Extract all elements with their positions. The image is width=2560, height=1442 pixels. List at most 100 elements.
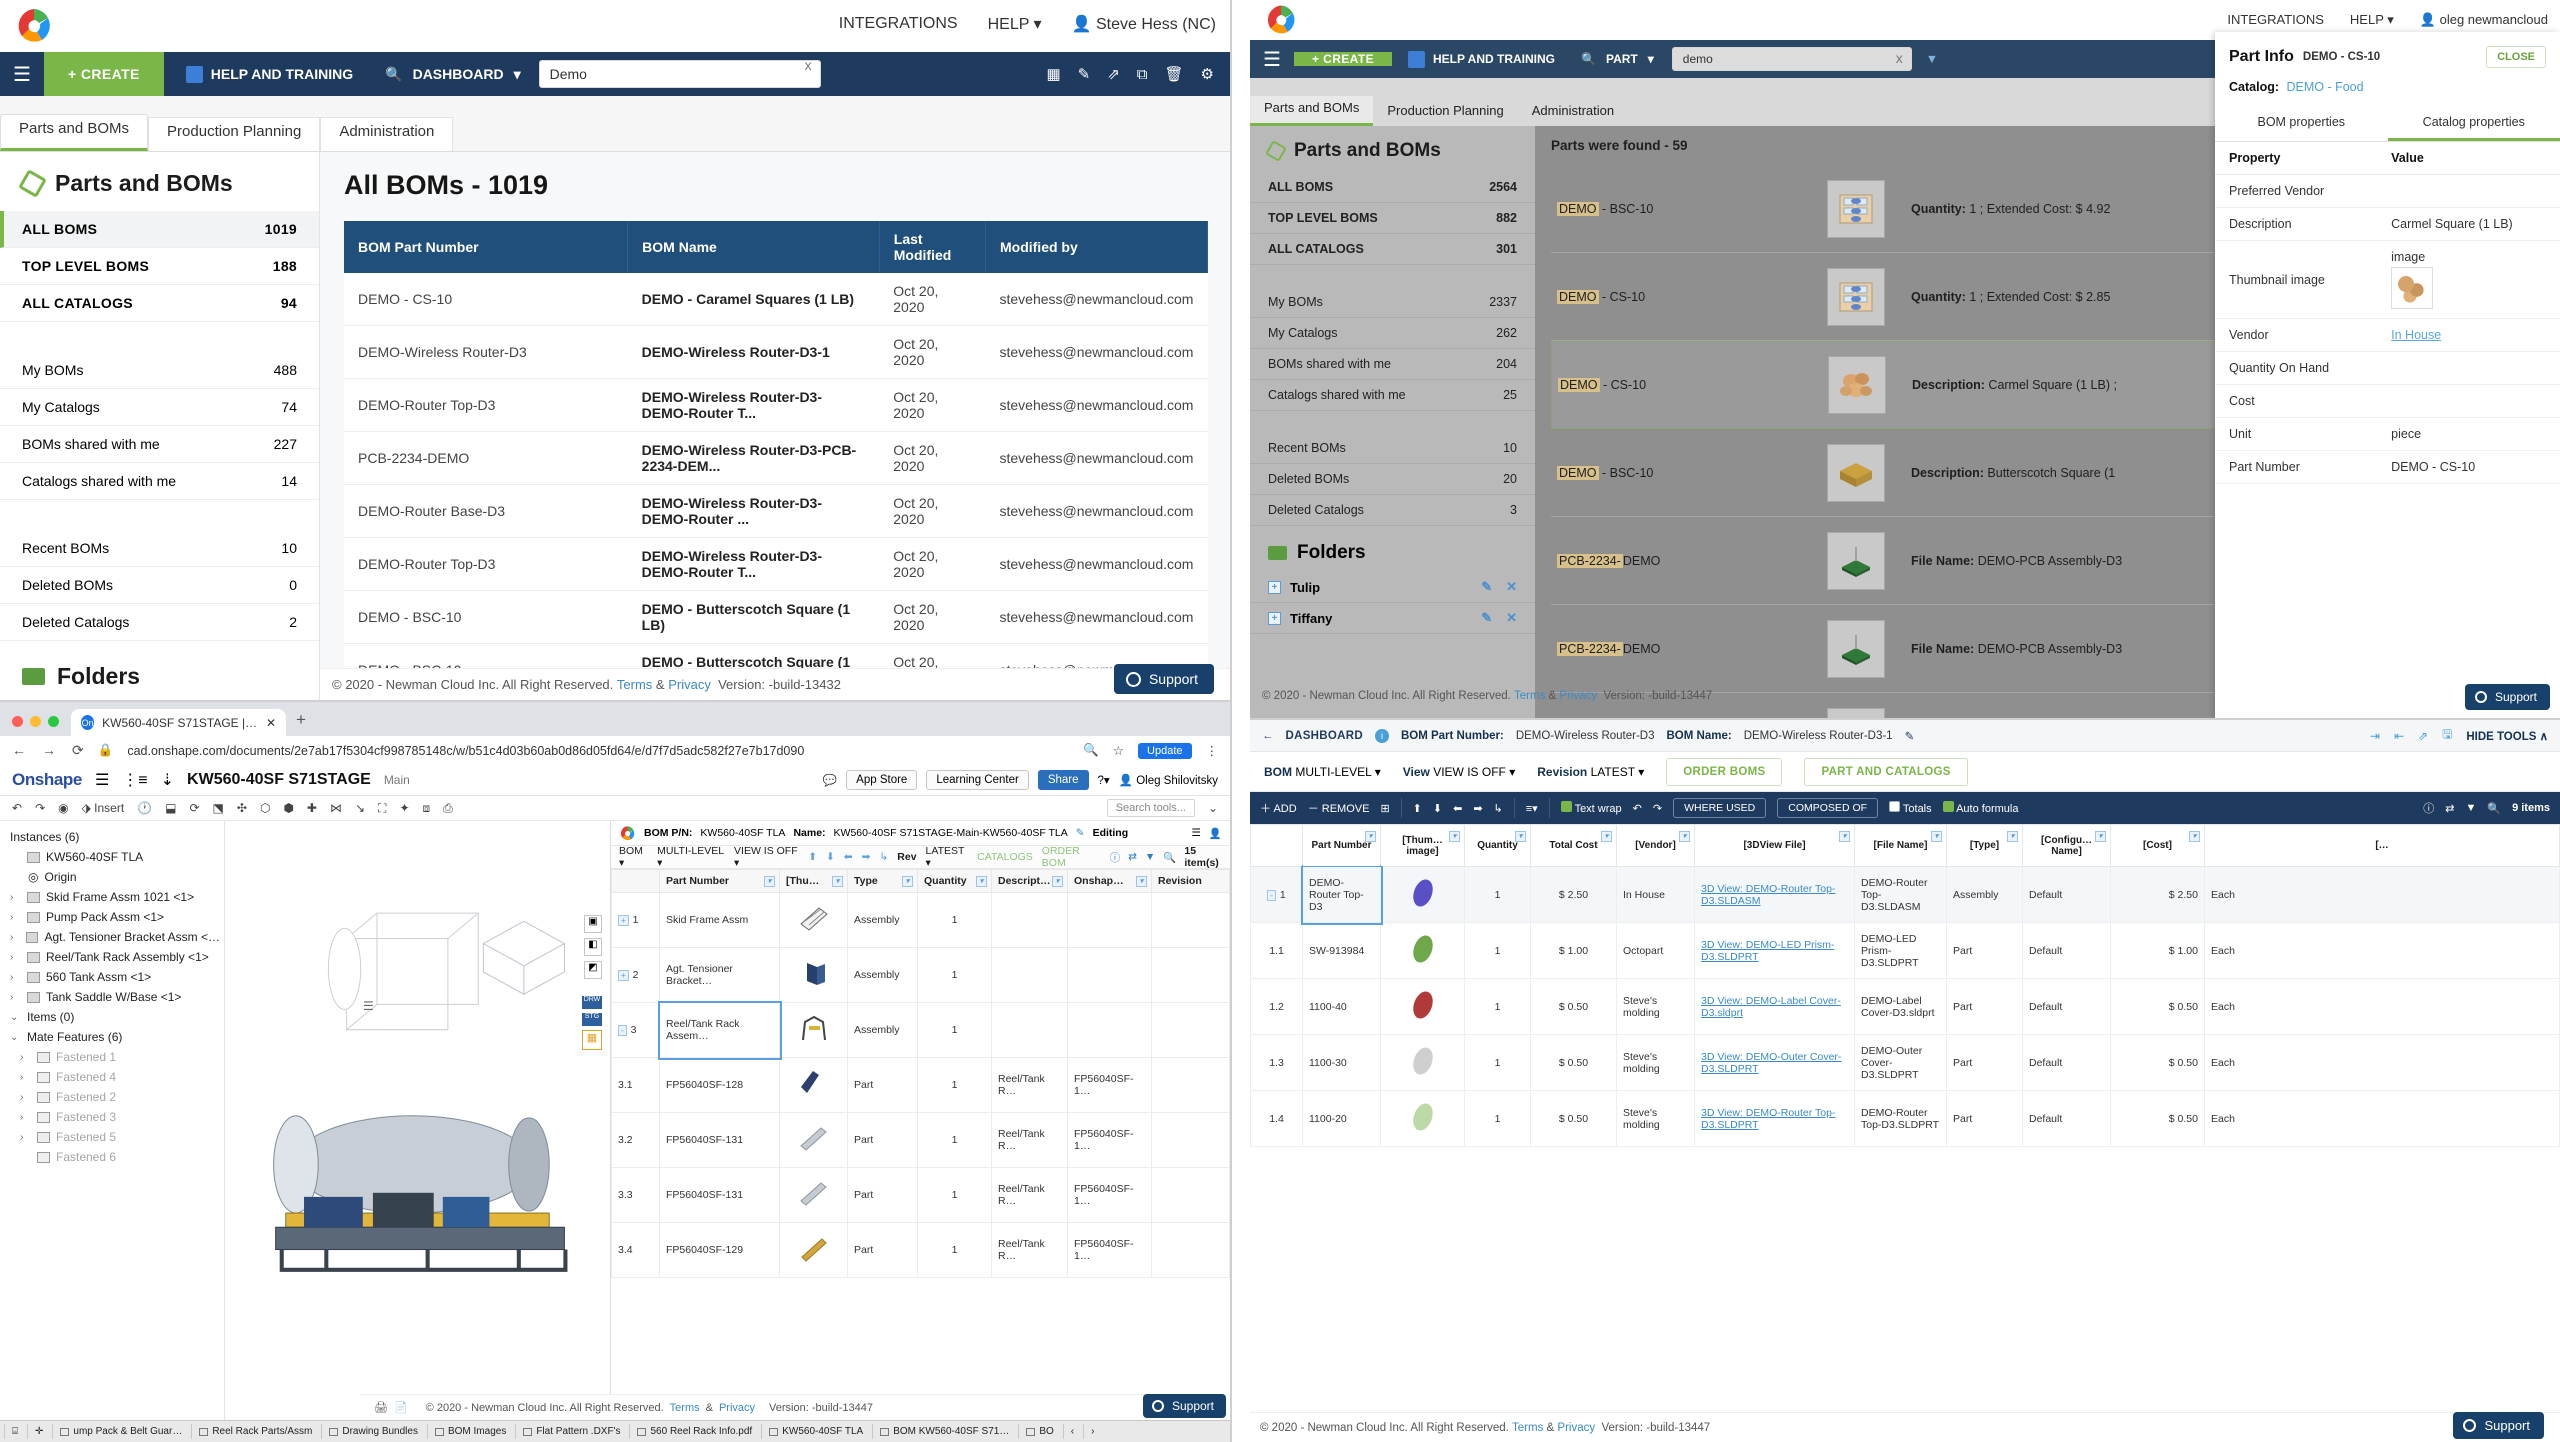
table-row[interactable]: 1.1 SW-913984 1 $ 1.00 Octopart 3D View: DEMO… (1250, 922, 2560, 979)
edit-icon[interactable]: ✎ (1481, 579, 1492, 595)
sidebar-item-all-catalogs[interactable]: ALL CATALOGS 301 (1250, 234, 1535, 265)
tab-production-planning[interactable]: Production Planning (1373, 99, 1517, 126)
url-text[interactable]: cad.onshape.com/documents/2e7ab17f5304cf… (127, 744, 1069, 758)
app-store-button[interactable]: App Store (846, 770, 918, 790)
col-modified-by[interactable]: Modified by (985, 221, 1209, 273)
col-thumbnail[interactable]: [Thum… image] ▾ (1380, 824, 1465, 867)
table-row[interactable]: DEMO-Router Base-D3 DEMO-Wireless Router-… (344, 484, 1208, 538)
remove-button[interactable]: － REMOVE (1308, 800, 1370, 816)
chevron-right-icon[interactable]: › (20, 1092, 31, 1103)
branch-icon[interactable]: ↳ (1494, 802, 1503, 815)
copy-icon[interactable]: ⧉ (1137, 66, 1148, 83)
search-input[interactable] (1671, 47, 1912, 71)
stg-badge[interactable]: STG (582, 1013, 602, 1026)
minimize-window-icon[interactable] (30, 716, 41, 727)
taskbar-item[interactable]: BOM Images (426, 1424, 513, 1439)
sidebar-item-deleted-catalogs[interactable]: Deleted Catalogs 3 (1250, 495, 1535, 526)
cell-part-number[interactable]: 1100-20 (1302, 1090, 1381, 1147)
privacy-link[interactable]: Privacy (719, 1402, 755, 1414)
terms-link[interactable]: Terms (1514, 690, 1545, 702)
catalog-link[interactable]: DEMO - Food (2286, 80, 2363, 94)
col-part-number[interactable]: Part Number ▾ (1302, 824, 1381, 867)
3d-view-link[interactable]: 3D View: DEMO-Router Top-D3.SLDASM (1701, 883, 1835, 907)
3d-view-link[interactable]: 3D View: DEMO-Router Top-D3.SLDPRT (1701, 1107, 1835, 1131)
mate-item[interactable]: › Fastened 1 (6, 1047, 224, 1067)
tab-administration[interactable]: Administration (1518, 99, 1628, 126)
more-icon[interactable]: ⌄ (1208, 801, 1218, 815)
align-icon[interactable]: ≡▾ (1526, 802, 1538, 815)
integrations-link[interactable]: INTEGRATIONS (839, 15, 958, 33)
cell-part-number[interactable]: FP56040SF-129 (659, 1222, 780, 1278)
text-wrap-toggle[interactable]: Text wrap (1560, 801, 1622, 815)
privacy-link[interactable]: Privacy (1557, 1422, 1595, 1434)
taskbar-item[interactable]: KW560-40SF TLA (761, 1424, 870, 1439)
filter-icon[interactable]: ▾ (1601, 831, 1612, 842)
tab-administration[interactable]: Administration (320, 117, 454, 151)
help-and-training-button[interactable]: HELP AND TRAINING (164, 52, 375, 96)
table-row[interactable]: DEMO-Wireless Router-D3 DEMO-Wireless Rou… (344, 325, 1208, 379)
chevron-right-icon[interactable]: › (10, 892, 21, 903)
sidebar-item-all-catalogs[interactable]: ALL CATALOGS 94 (0, 285, 319, 322)
mate-item[interactable]: › Fastened 5 (6, 1127, 224, 1147)
privacy-link[interactable]: Privacy (668, 677, 711, 692)
add-button[interactable]: ＋ ADD (1260, 800, 1297, 816)
revision-selector[interactable]: LATEST ▾ (926, 845, 969, 869)
replicate-icon[interactable]: ⧈ (423, 801, 431, 816)
maximize-window-icon[interactable] (48, 716, 59, 727)
user-avatar[interactable]: 👤 Oleg Shilovitsky (1119, 773, 1218, 787)
undo-icon[interactable]: ↶ (12, 801, 22, 815)
taskbar-scroll-left[interactable]: ‹ (1062, 1424, 1081, 1439)
part-scope-selector[interactable]: 🔍 PART ▾ (1571, 52, 1664, 66)
cell-part-number[interactable]: Agt. Tensioner Bracket… (659, 947, 780, 1003)
edit-icon[interactable]: ✎ (1905, 729, 1915, 743)
swap-icon[interactable]: ⇄ (2445, 802, 2454, 815)
comment-icon[interactable]: 💬 (823, 773, 837, 787)
filter-icon[interactable]: ▼ (2465, 802, 2476, 814)
bom-icon[interactable]: ⎙ (443, 801, 453, 816)
col-configuration-name[interactable]: [Configu… Name] ▾ (2022, 824, 2111, 867)
cell-3dview-file[interactable]: 3D View: DEMO-Label Cover-D3.sldprt (1694, 978, 1855, 1035)
tab-production-planning[interactable]: Production Planning (148, 117, 321, 151)
terms-link[interactable]: Terms (1512, 1422, 1543, 1434)
cad-viewport[interactable]: ▣ ◧ ◩ DRW STG ▦ ☰ (225, 821, 610, 1441)
sidebar-item-deleted-boms[interactable]: Deleted BOMs 20 (1250, 464, 1535, 495)
cell-part-number[interactable]: FP56040SF-131 (659, 1167, 780, 1223)
bom-level-selector[interactable]: BOM MULTI-LEVEL ▾ (1264, 765, 1381, 779)
col-type[interactable]: [Type] ▾ (1946, 824, 2023, 867)
hamburger-menu-icon[interactable]: ☰ (1250, 47, 1294, 72)
table-row[interactable]: 3.2 FP56040SF-131 Part 1 Reel/Tank R… FP56040… (611, 1112, 1230, 1168)
filter-icon[interactable]: ▾ (1839, 831, 1850, 842)
create-button[interactable]: + CREATE (44, 52, 164, 96)
chevron-right-icon[interactable]: › (10, 992, 21, 1003)
close-icon[interactable]: ✕ (1506, 610, 1517, 626)
col-description[interactable]: Descript… ▾ (991, 869, 1068, 893)
settings-icon[interactable]: ⚙ (1201, 65, 1214, 83)
cell-3dview-file[interactable]: 3D View: DEMO-Router Top-D3.SLDASM (1694, 866, 1855, 923)
sidebar-item-catalogs-shared[interactable]: Catalogs shared with me 25 (1250, 380, 1535, 411)
relation-icon[interactable]: ↘ (355, 801, 365, 815)
mate-ball-icon[interactable]: ✚ (307, 801, 317, 815)
privacy-link[interactable]: Privacy (1559, 690, 1597, 702)
share-icon[interactable]: ⇗ (2418, 729, 2428, 743)
extensions-icon[interactable]: ⋮ (1206, 743, 1219, 758)
export-icon[interactable]: 📄 (394, 1401, 408, 1414)
part-and-catalogs-button[interactable]: PART AND CATALOGS (1804, 757, 1968, 786)
print-icon[interactable]: 🖨 (374, 1401, 388, 1414)
filter-icon[interactable]: ▼ (1926, 52, 1938, 66)
order-boms-button[interactable]: ORDER BOMS (1666, 757, 1783, 786)
zoom-icon[interactable]: 🔍 (1083, 743, 1099, 758)
sidebar-item-recent-boms[interactable]: Recent BOMs 10 (1250, 433, 1535, 464)
browser-tab[interactable]: On KW560-40SF S71STAGE | KW… ✕ (71, 709, 286, 736)
update-button[interactable]: Update (1138, 742, 1192, 759)
taskbar-item[interactable]: Reel Rack Parts/Assm (191, 1424, 319, 1439)
tab-parts-and-boms[interactable]: Parts and BOMs (0, 114, 149, 151)
vendor-link[interactable]: In House (2391, 328, 2441, 342)
onshape-menu-icon[interactable]: ☰ (95, 770, 109, 790)
move-down-icon[interactable]: ⬇ (826, 851, 835, 863)
mate-pin-slot-icon[interactable]: ⬢ (283, 801, 293, 815)
col-quantity[interactable]: Quantity ▾ (917, 869, 992, 893)
col-3dview-file[interactable]: [3DView File] ▾ (1694, 824, 1855, 867)
assembly-icon[interactable]: ◉ (58, 801, 68, 815)
tab-bom-properties[interactable]: BOM properties (2215, 106, 2388, 141)
user-menu[interactable]: 👤 oleg newmancloud (2420, 12, 2548, 28)
